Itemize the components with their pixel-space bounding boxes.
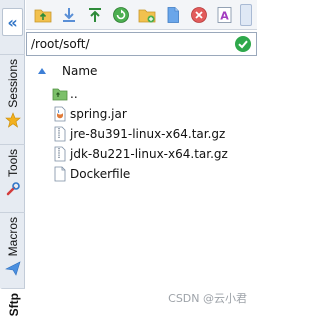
path-input[interactable] (27, 34, 234, 54)
list-item[interactable]: jre-8u391-linux-x64.tar.gz (26, 124, 257, 144)
parent-folder-icon (52, 88, 68, 101)
folder-up-icon (34, 9, 52, 22)
file-name: jdk-8u221-linux-x64.tar.gz (70, 147, 228, 161)
tab-macros-label: Macros (5, 217, 20, 257)
new-file-icon (167, 6, 179, 23)
upload-button[interactable] (84, 4, 106, 26)
wrench-icon (6, 182, 20, 196)
tab-sftp[interactable]: Sftp (0, 288, 25, 316)
path-bar (26, 32, 257, 56)
list-item[interactable]: Dockerfile (26, 164, 257, 184)
jar-file-icon (54, 106, 66, 122)
refresh-icon (113, 6, 129, 23)
archive-file-icon (54, 146, 66, 162)
toolbar-overflow-button[interactable] (240, 3, 252, 26)
file-name: spring.jar (70, 107, 127, 121)
list-item[interactable]: .. (26, 84, 257, 104)
delete-icon (191, 6, 207, 23)
refresh-button[interactable] (110, 4, 132, 26)
star-icon (4, 111, 21, 128)
rename-icon: A (217, 6, 232, 23)
tab-tools[interactable]: Tools (0, 144, 25, 210)
watermark: CSDN @云小君 (168, 292, 247, 305)
column-name-header: Name (62, 64, 98, 78)
side-panel: « Sessions Tools Macros Sftp (0, 0, 25, 316)
tab-sftp-label: Sftp (6, 293, 21, 316)
tab-tools-label: Tools (5, 149, 20, 178)
new-file-button[interactable] (162, 4, 184, 26)
delete-button[interactable] (188, 4, 210, 26)
file-name: jre-8u391-linux-x64.tar.gz (70, 127, 226, 141)
tab-sessions[interactable]: Sessions (0, 54, 25, 142)
archive-file-icon (54, 126, 66, 142)
upload-icon (89, 7, 101, 22)
new-folder-icon (138, 9, 156, 22)
file-list-header[interactable]: Name (26, 58, 257, 84)
tab-sessions-label: Sessions (5, 59, 20, 108)
collapse-sidebar-button[interactable]: « (2, 8, 23, 36)
file-name: .. (70, 87, 78, 101)
send-icon (4, 261, 20, 277)
download-button[interactable] (58, 4, 80, 26)
list-item[interactable]: jdk-8u221-linux-x64.tar.gz (26, 144, 257, 164)
rename-button[interactable]: A (214, 4, 236, 26)
sort-ascending-icon (38, 68, 46, 74)
file-list: Name .. spring.jar jre-8u391-linux-x64.t… (26, 58, 257, 316)
tab-macros[interactable]: Macros (0, 212, 25, 286)
file-name: Dockerfile (70, 167, 131, 181)
download-icon (63, 7, 75, 22)
sftp-toolbar: A (26, 0, 257, 30)
go-check-icon[interactable] (234, 35, 252, 53)
double-chevron-left-icon: « (7, 12, 18, 32)
parent-folder-button[interactable] (32, 4, 54, 26)
svg-text:A: A (220, 9, 229, 22)
list-item[interactable]: spring.jar (26, 104, 257, 124)
file-icon (54, 166, 66, 182)
new-folder-button[interactable] (136, 4, 158, 26)
